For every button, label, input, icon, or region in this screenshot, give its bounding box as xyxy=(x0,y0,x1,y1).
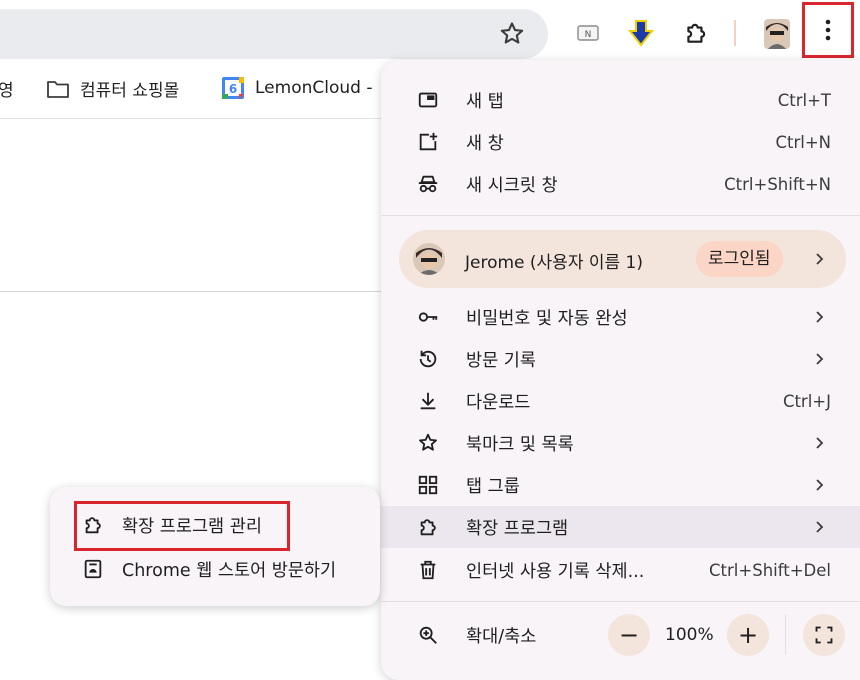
chevron-right-icon xyxy=(816,253,824,265)
menu-item-passwords[interactable]: 비밀번호 및 자동 완성 xyxy=(381,296,860,338)
menu-item-label: 인터넷 사용 기록 삭제... xyxy=(466,561,645,582)
chrome-main-menu: 새 탭 Ctrl+T 새 창 Ctrl+N 새 시크릿 창 Ctrl+Shift… xyxy=(381,60,860,680)
menu-item-tab-groups[interactable]: 탭 그룹 xyxy=(381,464,860,506)
chevron-right-icon xyxy=(816,437,824,449)
menu-item-shortcut: Ctrl+J xyxy=(782,391,831,411)
menu-item-incognito[interactable]: 새 시크릿 창 Ctrl+Shift+N xyxy=(381,163,860,205)
download-arrow-icon[interactable] xyxy=(626,18,656,48)
signin-status-badge: 로그인됨 xyxy=(696,241,783,277)
zoom-divider xyxy=(785,615,786,655)
chrome-menu-button[interactable] xyxy=(802,2,854,58)
menu-item-zoom: 확대/축소 − 100% + xyxy=(381,614,860,656)
menu-item-label: 확장 프로그램 xyxy=(466,518,569,539)
toolbar-divider xyxy=(734,20,736,46)
history-icon xyxy=(417,348,439,370)
menu-item-label: 확대/축소 xyxy=(466,626,537,647)
profile-name: Jerome (사용자 이름 1) xyxy=(465,253,644,273)
extensions-submenu: 확장 프로그램 관리 Chrome 웹 스토어 방문하기 xyxy=(50,487,380,606)
menu-item-shortcut: Ctrl+Shift+N xyxy=(724,174,831,194)
zoom-out-button[interactable]: − xyxy=(608,614,650,656)
chevron-right-icon xyxy=(816,353,824,365)
chevron-right-icon xyxy=(816,521,824,533)
zoom-in-button[interactable]: + xyxy=(727,614,769,656)
chevron-right-icon xyxy=(816,479,824,491)
menu-item-label: 탭 그룹 xyxy=(466,476,520,497)
menu-item-label: 방문 기록 xyxy=(466,350,536,371)
bookmark-label: 영 xyxy=(0,81,14,101)
calendar-day-text: 6 xyxy=(229,82,237,96)
puzzle-icon[interactable] xyxy=(681,18,711,48)
menu-item-label: 다운로드 xyxy=(466,392,531,413)
fullscreen-icon xyxy=(815,626,833,644)
puzzle-icon xyxy=(417,516,439,538)
star-icon xyxy=(417,432,439,454)
new-tab-icon xyxy=(417,89,439,111)
menu-item-label: 새 창 xyxy=(466,133,504,154)
menu-separator xyxy=(381,601,860,602)
bookmark-label: 컴퓨터 쇼핑몰 xyxy=(80,81,180,101)
menu-item-new-window[interactable]: 새 창 Ctrl+N xyxy=(381,121,860,163)
calendar-6-icon: 6 xyxy=(222,77,244,99)
svg-text:N: N xyxy=(585,30,592,40)
submenu-item-label: Chrome 웹 스토어 방문하기 xyxy=(122,560,337,581)
bookmark-label: LemonCloud - xyxy=(255,78,373,98)
n-extension-icon[interactable]: N xyxy=(573,18,603,48)
bookmark-folder[interactable]: 컴퓨터 쇼핑몰 xyxy=(46,76,179,101)
incognito-icon xyxy=(417,173,439,195)
key-icon xyxy=(417,306,439,328)
menu-item-label: 새 탭 xyxy=(466,91,504,112)
submenu-item-webstore[interactable]: Chrome 웹 스토어 방문하기 xyxy=(50,547,380,591)
zoom-icon xyxy=(417,624,439,646)
chevron-right-icon xyxy=(816,311,824,323)
address-bar[interactable] xyxy=(0,9,548,59)
menu-item-extensions[interactable]: 확장 프로그램 xyxy=(381,506,860,548)
menu-separator xyxy=(381,215,860,216)
fullscreen-button[interactable] xyxy=(803,614,845,656)
webstore-icon xyxy=(82,558,104,580)
menu-item-label: 비밀번호 및 자동 완성 xyxy=(466,308,628,329)
menu-item-new-tab[interactable]: 새 탭 Ctrl+T xyxy=(381,79,860,121)
bookmark-item[interactable]: 영 xyxy=(0,76,14,101)
highlight-box xyxy=(74,501,290,551)
menu-item-label: 북마크 및 목록 xyxy=(466,434,574,455)
menu-item-bookmarks[interactable]: 북마크 및 목록 xyxy=(381,422,860,464)
profile-avatar[interactable] xyxy=(764,19,790,49)
new-window-icon xyxy=(417,131,439,153)
profile-avatar xyxy=(413,243,445,275)
bookmark-star-icon[interactable] xyxy=(498,20,526,48)
folder-icon xyxy=(47,80,69,98)
browser-toolbar: N xyxy=(0,0,860,62)
grid-icon xyxy=(417,474,439,496)
menu-item-clear-data[interactable]: 인터넷 사용 기록 삭제... Ctrl+Shift+Del xyxy=(381,549,860,591)
menu-item-downloads[interactable]: 다운로드 Ctrl+J xyxy=(381,380,860,422)
menu-item-shortcut: Ctrl+Shift+Del xyxy=(709,560,831,580)
profile-row[interactable]: Jerome (사용자 이름 1) 로그인됨 xyxy=(399,230,846,288)
page-divider xyxy=(0,291,400,292)
download-icon xyxy=(417,390,439,412)
three-dot-menu-icon xyxy=(825,19,831,41)
menu-item-shortcut: Ctrl+T xyxy=(777,90,831,110)
trash-icon xyxy=(417,559,439,581)
menu-item-history[interactable]: 방문 기록 xyxy=(381,338,860,380)
menu-item-shortcut: Ctrl+N xyxy=(775,132,831,152)
menu-item-label: 새 시크릿 창 xyxy=(466,175,558,196)
bookmark-item[interactable]: 6 LemonCloud - xyxy=(221,76,372,100)
zoom-level: 100% xyxy=(665,625,714,645)
